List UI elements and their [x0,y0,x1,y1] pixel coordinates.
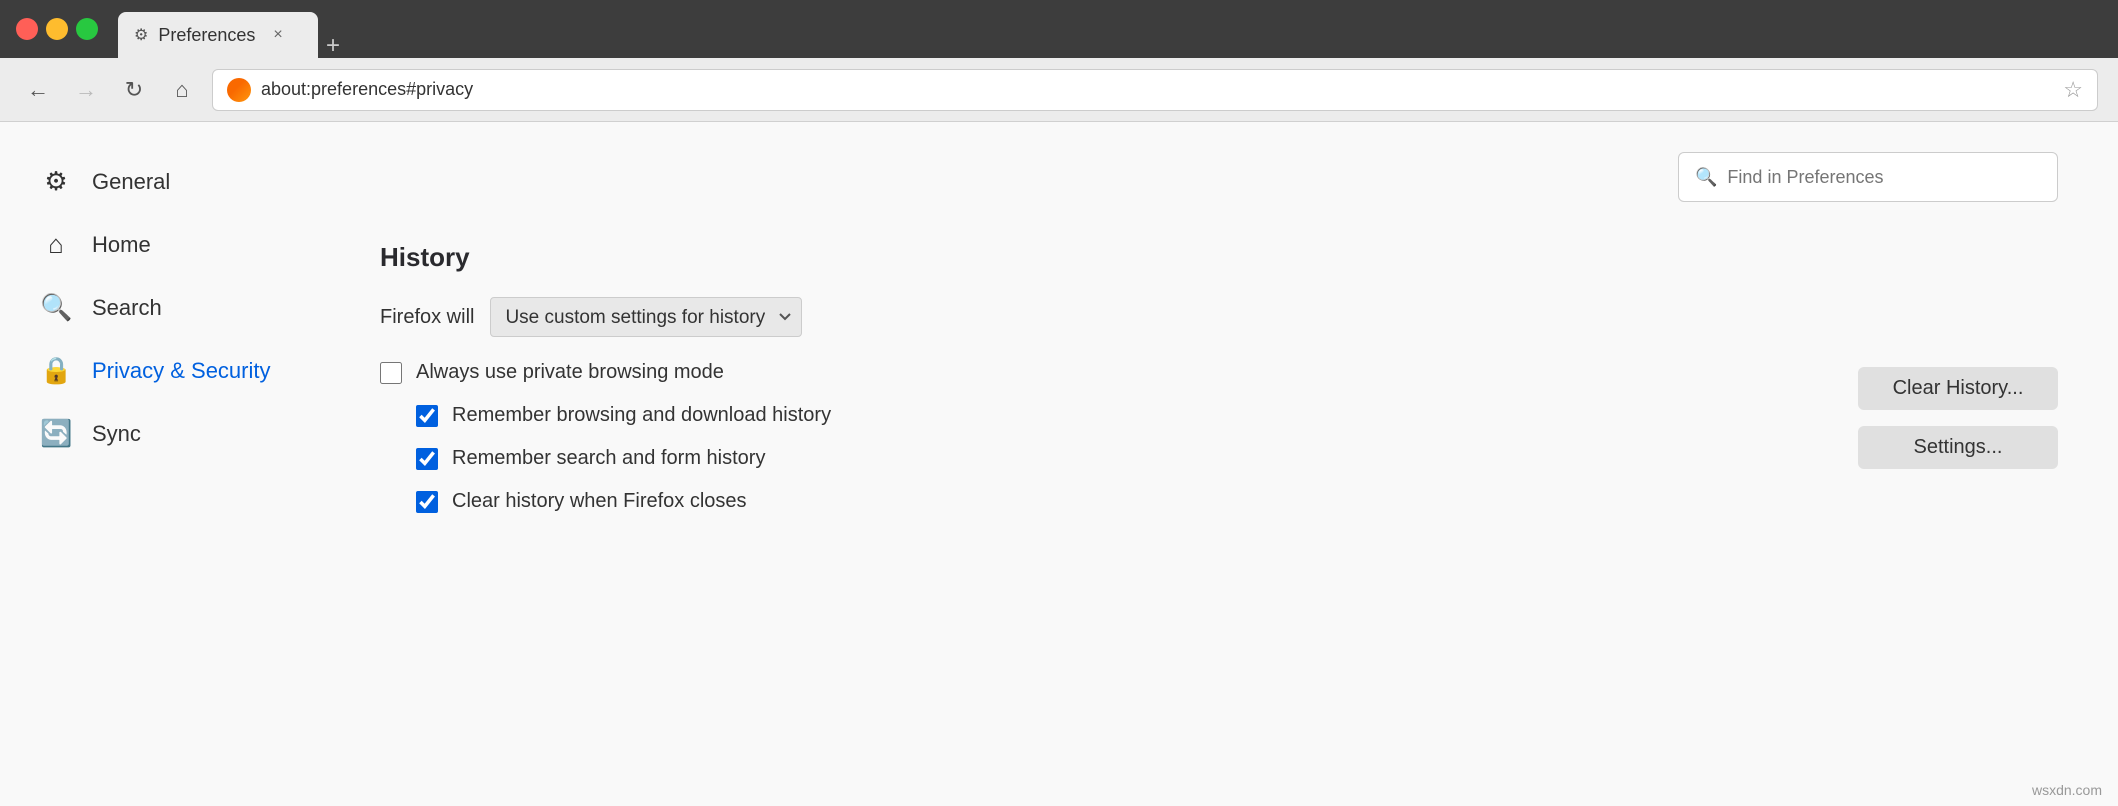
forward-button[interactable]: → [68,72,104,108]
reload-button[interactable]: ↻ [116,72,152,108]
find-in-preferences-input[interactable] [1727,167,2041,188]
address-text: about:preferences#privacy [261,79,2053,100]
search-nav-icon: 🔍 [40,292,72,323]
history-will-row: Firefox will Remember history Never reme… [380,297,2058,337]
sidebar-label-home: Home [92,232,151,258]
clear-on-close-checkbox[interactable] [416,491,438,513]
bookmark-icon: ☆ [2063,77,2083,102]
firefox-will-label: Firefox will [380,306,474,329]
private-mode-checkbox[interactable] [380,362,402,384]
back-icon: ← [27,77,49,103]
sidebar: ⚙ General ⌂ Home 🔍 Search 🔒 Privacy & Se… [0,122,340,806]
sidebar-item-general[interactable]: ⚙ General [20,152,320,211]
find-in-preferences-bar[interactable]: 🔍 [1678,152,2058,202]
close-tab-button[interactable]: × [273,26,282,44]
address-bar[interactable]: about:preferences#privacy ☆ [212,69,2098,111]
find-icon: 🔍 [1695,167,1717,188]
forward-icon: → [75,77,97,103]
tab-bar: ⚙ Preferences × + [118,0,2102,58]
sync-icon: 🔄 [40,418,72,449]
home-button[interactable]: ⌂ [164,72,200,108]
clear-on-close-row: Clear history when Firefox closes [416,490,1818,513]
titlebar: ⚙ Preferences × + [0,0,2118,58]
sidebar-label-privacy: Privacy & Security [92,358,271,384]
close-button[interactable] [16,18,38,40]
checkboxes-left: Always use private browsing mode Remembe… [380,361,1818,533]
private-mode-label: Always use private browsing mode [416,361,724,384]
search-bar-container: 🔍 [380,152,2058,202]
back-button[interactable]: ← [20,72,56,108]
sidebar-item-privacy[interactable]: 🔒 Privacy & Security [20,341,320,400]
checkboxes-section: Always use private browsing mode Remembe… [380,361,2058,533]
history-section: History Firefox will Remember history Ne… [380,242,2058,533]
reload-icon: ↻ [125,77,143,103]
preferences-tab-icon: ⚙ [134,25,148,45]
browsing-history-label: Remember browsing and download history [452,404,831,427]
content-area: 🔍 History Firefox will Remember history … [340,122,2118,806]
clear-on-close-label: Clear history when Firefox closes [452,490,747,513]
home-nav-icon: ⌂ [40,229,72,260]
main-content: ⚙ General ⌂ Home 🔍 Search 🔒 Privacy & Se… [0,122,2118,806]
sidebar-item-sync[interactable]: 🔄 Sync [20,404,320,463]
sidebar-label-sync: Sync [92,421,141,447]
settings-button[interactable]: Settings... [1858,426,2058,469]
clear-history-button[interactable]: Clear History... [1858,367,2058,410]
firefox-logo [227,78,251,102]
preferences-tab[interactable]: ⚙ Preferences × [118,12,318,58]
watermark: wsxdn.com [2032,782,2102,798]
action-buttons: Clear History... Settings... [1858,361,2058,533]
history-title: History [380,242,2058,273]
privacy-icon: 🔒 [40,355,72,386]
maximize-button[interactable] [76,18,98,40]
search-history-label: Remember search and form history [452,447,765,470]
history-behavior-select[interactable]: Remember history Never remember history … [490,297,802,337]
bookmark-button[interactable]: ☆ [2063,77,2083,103]
browsing-history-row: Remember browsing and download history [416,404,1818,427]
browsing-history-checkbox[interactable] [416,405,438,427]
traffic-lights [16,18,98,40]
sidebar-label-general: General [92,169,170,195]
sidebar-label-search: Search [92,295,162,321]
search-history-checkbox[interactable] [416,448,438,470]
general-icon: ⚙ [40,166,72,197]
preferences-tab-title: Preferences [158,25,255,46]
sidebar-item-home[interactable]: ⌂ Home [20,215,320,274]
sidebar-item-search[interactable]: 🔍 Search [20,278,320,337]
private-mode-row: Always use private browsing mode [380,361,1818,384]
search-history-row: Remember search and form history [416,447,1818,470]
navbar: ← → ↻ ⌂ about:preferences#privacy ☆ [0,58,2118,122]
new-tab-button[interactable]: + [326,34,340,58]
home-icon: ⌂ [175,77,188,103]
minimize-button[interactable] [46,18,68,40]
